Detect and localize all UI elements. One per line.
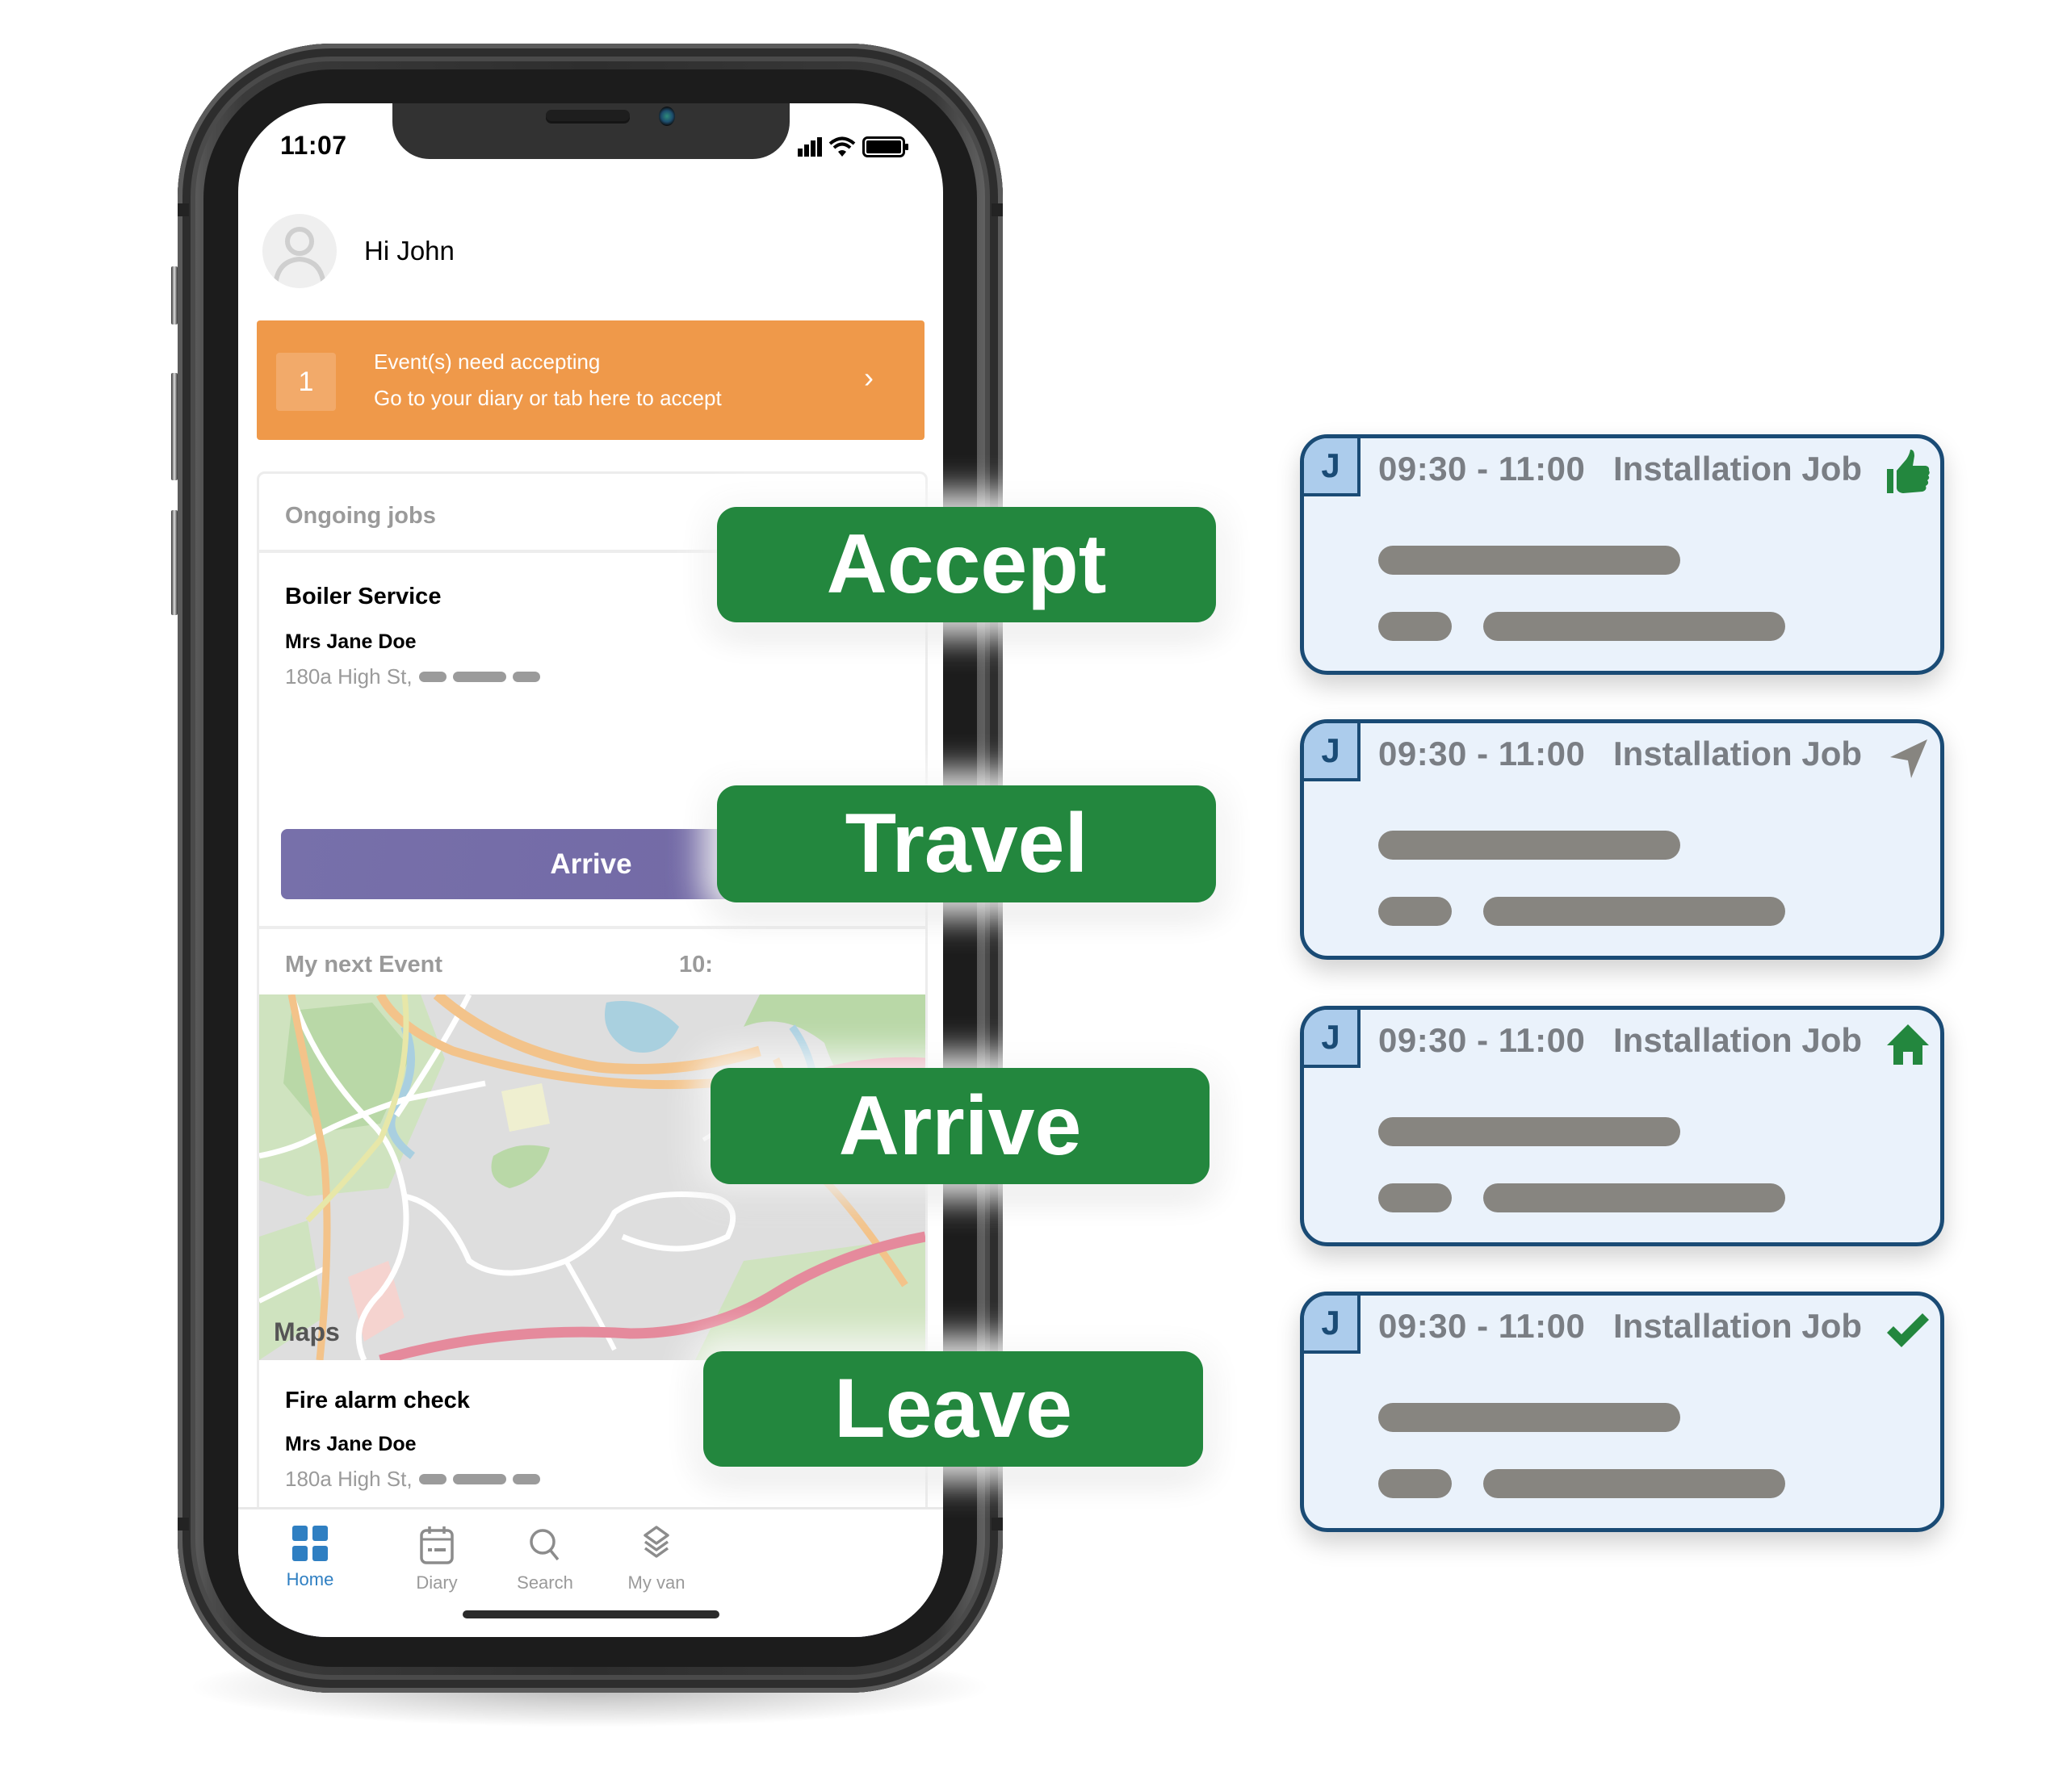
tab-home[interactable]: Home: [245, 1526, 375, 1590]
navigation-arrow-icon: [1890, 739, 1927, 778]
placeholder-line: [1483, 1469, 1785, 1498]
job-time: 09:30 - 11:00: [1378, 735, 1586, 772]
placeholder-line: [1483, 612, 1785, 641]
placeholder-line: [1483, 1183, 1785, 1212]
grid-icon: [292, 1526, 328, 1561]
phone-antenna-band: [178, 1518, 189, 1530]
redacted-text: [418, 1474, 447, 1484]
divider: [259, 926, 925, 929]
job-time: 09:30 - 11:00: [1378, 1021, 1586, 1059]
job-type: Installation Job: [1613, 1307, 1863, 1345]
home-icon: [1887, 1024, 1929, 1065]
next-job-title: Fire alarm check: [285, 1388, 470, 1413]
tab-my-van-label: My van: [627, 1572, 686, 1593]
next-event-header: My next Event: [285, 952, 442, 978]
placeholder-line: [1483, 897, 1785, 926]
placeholder-line: [1378, 546, 1680, 575]
placeholder-line: [1378, 1183, 1452, 1212]
signal-icon: [798, 137, 822, 157]
address-text: 180a High St,: [285, 1467, 413, 1491]
job-type-badge: J: [1304, 438, 1361, 496]
pending-count-badge: 1: [276, 353, 336, 411]
checkmark-icon: [1887, 1313, 1929, 1347]
ongoing-job-title: Boiler Service: [285, 584, 442, 609]
field: [501, 1083, 550, 1132]
job-card-accepted[interactable]: J 09:30 - 11:00 Installation Job: [1300, 434, 1944, 675]
thumbs-up-icon: [1887, 450, 1930, 493]
banner-subtitle: Go to your diary or tab here to accept: [374, 386, 722, 410]
job-card-travelling[interactable]: J 09:30 - 11:00 Installation Job: [1300, 719, 1944, 960]
placeholder-line: [1378, 1469, 1452, 1498]
status-icons: [798, 136, 909, 158]
redacted-text: [452, 1474, 506, 1484]
tab-my-van[interactable]: My van: [592, 1526, 721, 1593]
step-label-arrive: Arrive: [711, 1068, 1210, 1184]
placeholder-line: [1378, 612, 1452, 641]
redacted-text: [512, 1474, 540, 1484]
greeting: Hi John: [364, 236, 455, 266]
status-time: 11:07: [280, 131, 347, 160]
chevron-right-icon: ›: [864, 361, 874, 394]
phone-antenna-band: [992, 1518, 1003, 1530]
job-card-arrived[interactable]: J 09:30 - 11:00 Installation Job: [1300, 1006, 1944, 1246]
phone-volume-down-button: [171, 510, 178, 615]
tab-search[interactable]: Search: [480, 1526, 610, 1593]
home-indicator[interactable]: [463, 1610, 719, 1618]
placeholder-line: [1378, 1117, 1680, 1146]
job-type-badge: J: [1304, 723, 1361, 781]
avatar[interactable]: [262, 214, 337, 288]
job-type: Installation Job: [1613, 1021, 1863, 1059]
map-attribution: Maps: [274, 1317, 340, 1346]
speaker-grille: [546, 110, 630, 121]
banner-title: Event(s) need accepting: [374, 350, 601, 374]
job-type-badge: J: [1304, 1010, 1361, 1068]
job-type: Installation Job: [1613, 735, 1863, 772]
ongoing-job-address: 180a High St,: [285, 664, 540, 689]
layers-icon: [644, 1526, 669, 1558]
battery-icon: [862, 136, 908, 157]
tab-home-label: Home: [286, 1569, 334, 1589]
placeholder-line: [1378, 897, 1452, 926]
next-job-customer: Mrs Jane Doe: [285, 1433, 417, 1455]
job-card-completed[interactable]: J 09:30 - 11:00 Installation Job: [1300, 1292, 1944, 1532]
step-label-accept: Accept: [717, 507, 1216, 622]
placeholder-line: [1378, 1403, 1680, 1432]
job-type: Installation Job: [1613, 450, 1863, 488]
wifi-icon: [828, 136, 856, 157]
step-label-travel: Travel: [717, 785, 1216, 902]
apple-maps-logo: Maps: [274, 1317, 340, 1347]
job-time: 09:30 - 11:00: [1378, 1307, 1586, 1345]
phone-mute-switch: [171, 266, 178, 324]
redacted-text: [452, 672, 506, 682]
ongoing-job-customer: Mrs Jane Doe: [285, 630, 417, 653]
phone-antenna-band: [992, 203, 1003, 216]
next-event-time: 10:: [679, 952, 713, 978]
next-job-address: 180a High St,: [285, 1467, 540, 1492]
accept-events-banner[interactable]: 1 Event(s) need accepting Go to your dia…: [257, 320, 924, 440]
search-icon: [530, 1529, 560, 1561]
phone-notch: [392, 103, 790, 159]
tab-diary-label: Diary: [416, 1572, 458, 1593]
redacted-text: [512, 672, 540, 682]
phone-antenna-band: [178, 203, 189, 216]
front-camera: [659, 107, 675, 126]
phone-volume-up-button: [171, 373, 178, 480]
calendar-icon: [420, 1526, 454, 1564]
user-icon: [273, 227, 326, 287]
ongoing-jobs-header: Ongoing jobs: [285, 503, 436, 529]
job-type-badge: J: [1304, 1296, 1361, 1354]
step-label-leave: Leave: [703, 1351, 1203, 1467]
redacted-text: [418, 672, 447, 682]
tab-search-label: Search: [517, 1572, 573, 1593]
placeholder-line: [1378, 831, 1680, 860]
address-text: 180a High St,: [285, 664, 413, 689]
job-time: 09:30 - 11:00: [1378, 450, 1586, 488]
